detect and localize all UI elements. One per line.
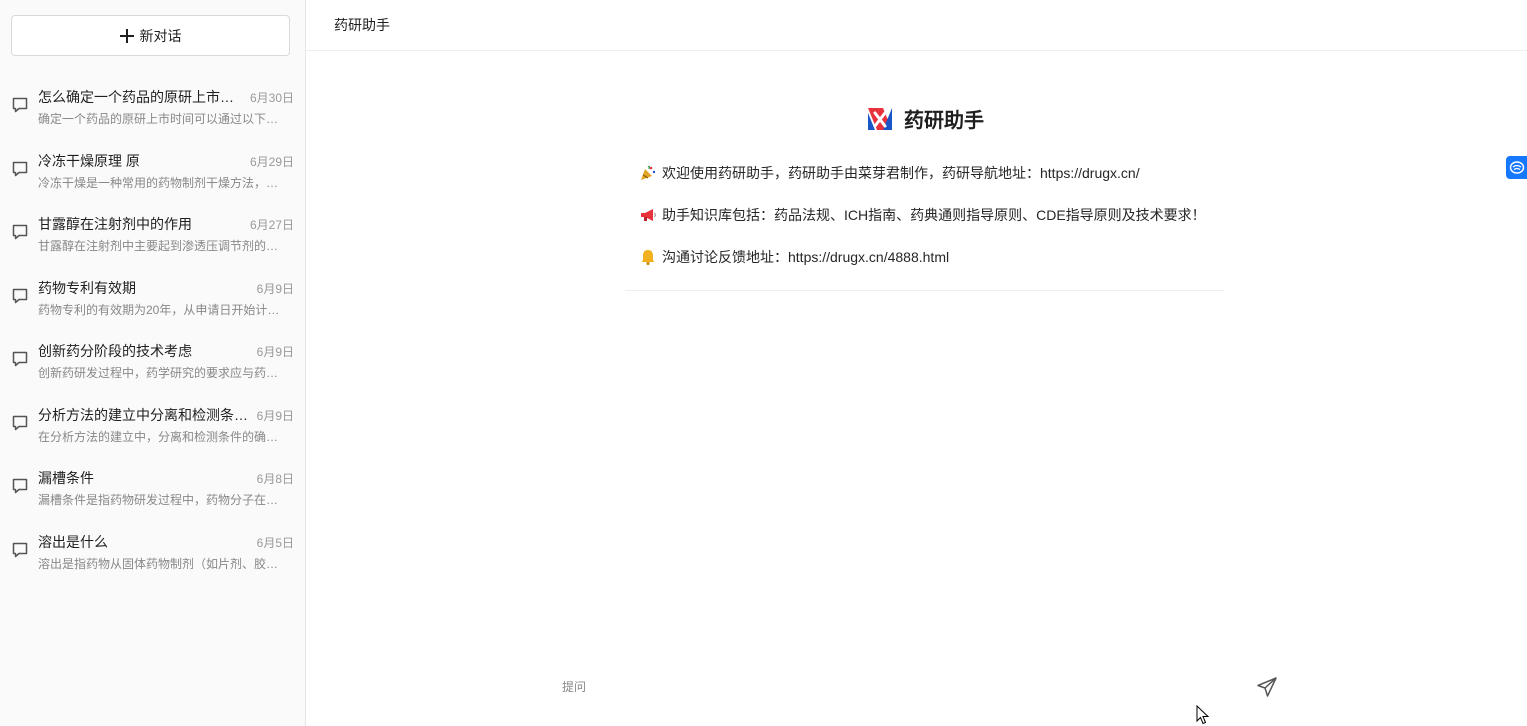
conversation-preview: 冷冻干燥是一种常用的药物制剂干燥方法，它的原理是利用	[38, 175, 290, 190]
conversation-date: 6月27日	[249, 218, 294, 232]
conversation-title: 漏槽条件	[38, 470, 94, 486]
notice-item: 沟通讨论反馈地址：https://drugx.cn/4888.html	[625, 236, 1224, 278]
conversation-date: 6月29日	[249, 154, 294, 169]
app-window: 新对话 怎么确定一个药品的原研上市时间 6月30日确定一个药品的原研上市时间可以通…	[0, 0, 1527, 726]
input-area	[546, 662, 1286, 712]
send-button[interactable]	[1254, 674, 1280, 700]
conversation-item[interactable]: 分析方法的建立中分离和检测条件的确定 6月9日在分析方法的建立中，分离和检测条件的…	[0, 398, 305, 462]
conversation-date: 6月9日	[256, 281, 294, 296]
conversation-item[interactable]: 甘露醇在注射剂中的作用 6月27日甘露醇在注射剂中主要起到渗透压调节剂的作用，能够	[0, 207, 305, 271]
chat-bubble-icon	[12, 478, 28, 494]
notice-item: 欢迎使用药研助手，药研助手由菜芽君制作，药研导航地址：https://drugx…	[625, 152, 1224, 194]
conversation-date: 6月5日	[256, 535, 294, 550]
conversation-preview: 确定一个药品的原研上市时间可以通过以下途径进行查询	[38, 112, 290, 126]
conversation-item[interactable]: 漏槽条件 6月8日漏槽条件是指药物研发过程中，药物分子在体外溶出试验中	[0, 461, 305, 525]
conversation-date: 6月9日	[256, 345, 294, 359]
send-icon	[1257, 677, 1277, 697]
conversation-header: 药物专利有效期 6月9日	[38, 271, 294, 299]
chat-bubble-icon	[12, 415, 28, 430]
conversation-item[interactable]: 冷冻干燥原理 原 6月29日冷冻干燥是一种常用的药物制剂干燥方法，它的原理是利用	[0, 144, 305, 208]
conversation-preview: 溶出是指药物从固体药物制剂（如片剂、胶囊剂）中释放出来	[38, 556, 290, 571]
conversation-date: 6月30日	[249, 91, 294, 105]
notice-list: 欢迎使用药研助手，药研助手由菜芽君制作，药研导航地址：https://drugx…	[625, 152, 1224, 291]
chat-bubble-icon	[12, 288, 28, 303]
conversation-preview: 甘露醇在注射剂中主要起到渗透压调节剂的作用，能够	[38, 239, 290, 253]
notice-text: 欢迎使用药研助手，药研助手由菜芽君制作，药研导航地址：https://drugx…	[662, 165, 1140, 181]
chat-bubble-icon	[12, 542, 28, 557]
bell-icon	[641, 250, 655, 266]
party-popper-icon	[641, 165, 656, 180]
conversation-item[interactable]: 创新药分阶段的技术考虑 6月9日创新药研发过程中，药学研究的要求应与药物研发阶段相…	[0, 334, 305, 398]
question-input[interactable]	[562, 676, 1222, 698]
chat-bubble-icon	[1509, 160, 1524, 174]
conversation-preview: 漏槽条件是指药物研发过程中，药物分子在体外溶出试验中	[38, 493, 290, 507]
conversation-header: 冷冻干燥原理 原 6月29日	[38, 144, 294, 172]
new-chat-button[interactable]: 新对话	[11, 15, 290, 56]
conversation-preview: 创新药研发过程中，药学研究的要求应与药物研发阶段相适应	[38, 366, 290, 380]
conversation-item[interactable]: 药物专利有效期 6月9日药物专利的有效期为20年，从申请日开始计算，在此期间	[0, 271, 305, 335]
brand-name: 药研助手	[904, 110, 984, 132]
conversation-header: 甘露醇在注射剂中的作用 6月27日	[38, 207, 294, 235]
chat-bubble-icon	[12, 224, 28, 240]
conversation-date: 6月9日	[256, 408, 294, 423]
conversation-preview: 在分析方法的建立中，分离和检测条件的确定需要考虑	[38, 429, 290, 444]
chat-bubble-icon	[12, 351, 28, 367]
conversation-title: 分析方法的建立中分离和检测条件的确定	[38, 406, 250, 423]
conversation-title: 创新药分阶段的技术考虑	[38, 343, 192, 359]
conversation-list: 怎么确定一个药品的原研上市时间 6月30日确定一个药品的原研上市时间可以通过以下途…	[0, 80, 305, 588]
conversation-header: 创新药分阶段的技术考虑 6月9日	[38, 334, 294, 362]
plus-icon	[119, 28, 134, 43]
conversation-header: 漏槽条件 6月8日	[38, 461, 294, 489]
conversation-title: 溶出是什么	[38, 533, 108, 550]
header: 药研助手	[306, 0, 1527, 51]
megaphone-icon	[641, 209, 656, 221]
new-chat-label: 新对话	[139, 27, 182, 44]
conversation-preview: 药物专利的有效期为20年，从申请日开始计算，在此期间	[38, 302, 290, 317]
main-panel: 药研助手 药研助手 欢迎使用药研助手，药研助手由菜芽君制作，药研导航地址：htt…	[306, 0, 1527, 726]
conversation-header: 怎么确定一个药品的原研上市时间 6月30日	[38, 80, 294, 108]
assistant-widget-button[interactable]	[1506, 156, 1527, 179]
mouse-cursor-icon	[1196, 705, 1210, 725]
chat-bubble-icon	[12, 97, 28, 113]
conversation-item[interactable]: 怎么确定一个药品的原研上市时间 6月30日确定一个药品的原研上市时间可以通过以下途…	[0, 80, 305, 144]
notice-text: 助手知识库包括：药品法规、ICH指南、药典通则指导原则、CDE指导原则及技术要求…	[662, 207, 1206, 223]
sidebar: 新对话 怎么确定一个药品的原研上市时间 6月30日确定一个药品的原研上市时间可以通…	[0, 0, 306, 726]
conversation-item[interactable]: 溶出是什么 6月5日溶出是指药物从固体药物制剂（如片剂、胶囊剂）中释放出来	[0, 525, 305, 589]
conversation-title: 怎么确定一个药品的原研上市时间	[38, 89, 246, 105]
conversation-header: 分析方法的建立中分离和检测条件的确定 6月9日	[38, 398, 294, 426]
brand: 药研助手	[866, 104, 984, 133]
conversation-title: 冷冻干燥原理 原	[38, 152, 140, 169]
page-title: 药研助手	[334, 17, 390, 33]
conversation-title: 甘露醇在注射剂中的作用	[38, 216, 192, 232]
conversation-title: 药物专利有效期	[38, 279, 136, 296]
brand-logo-icon	[868, 107, 892, 130]
notice-item: 助手知识库包括：药品法规、ICH指南、药典通则指导原则、CDE指导原则及技术要求…	[625, 194, 1224, 236]
conversation-date: 6月8日	[256, 472, 294, 486]
chat-bubble-icon	[12, 161, 28, 176]
conversation-header: 溶出是什么 6月5日	[38, 525, 294, 553]
notice-text: 沟通讨论反馈地址：https://drugx.cn/4888.html	[662, 249, 950, 265]
